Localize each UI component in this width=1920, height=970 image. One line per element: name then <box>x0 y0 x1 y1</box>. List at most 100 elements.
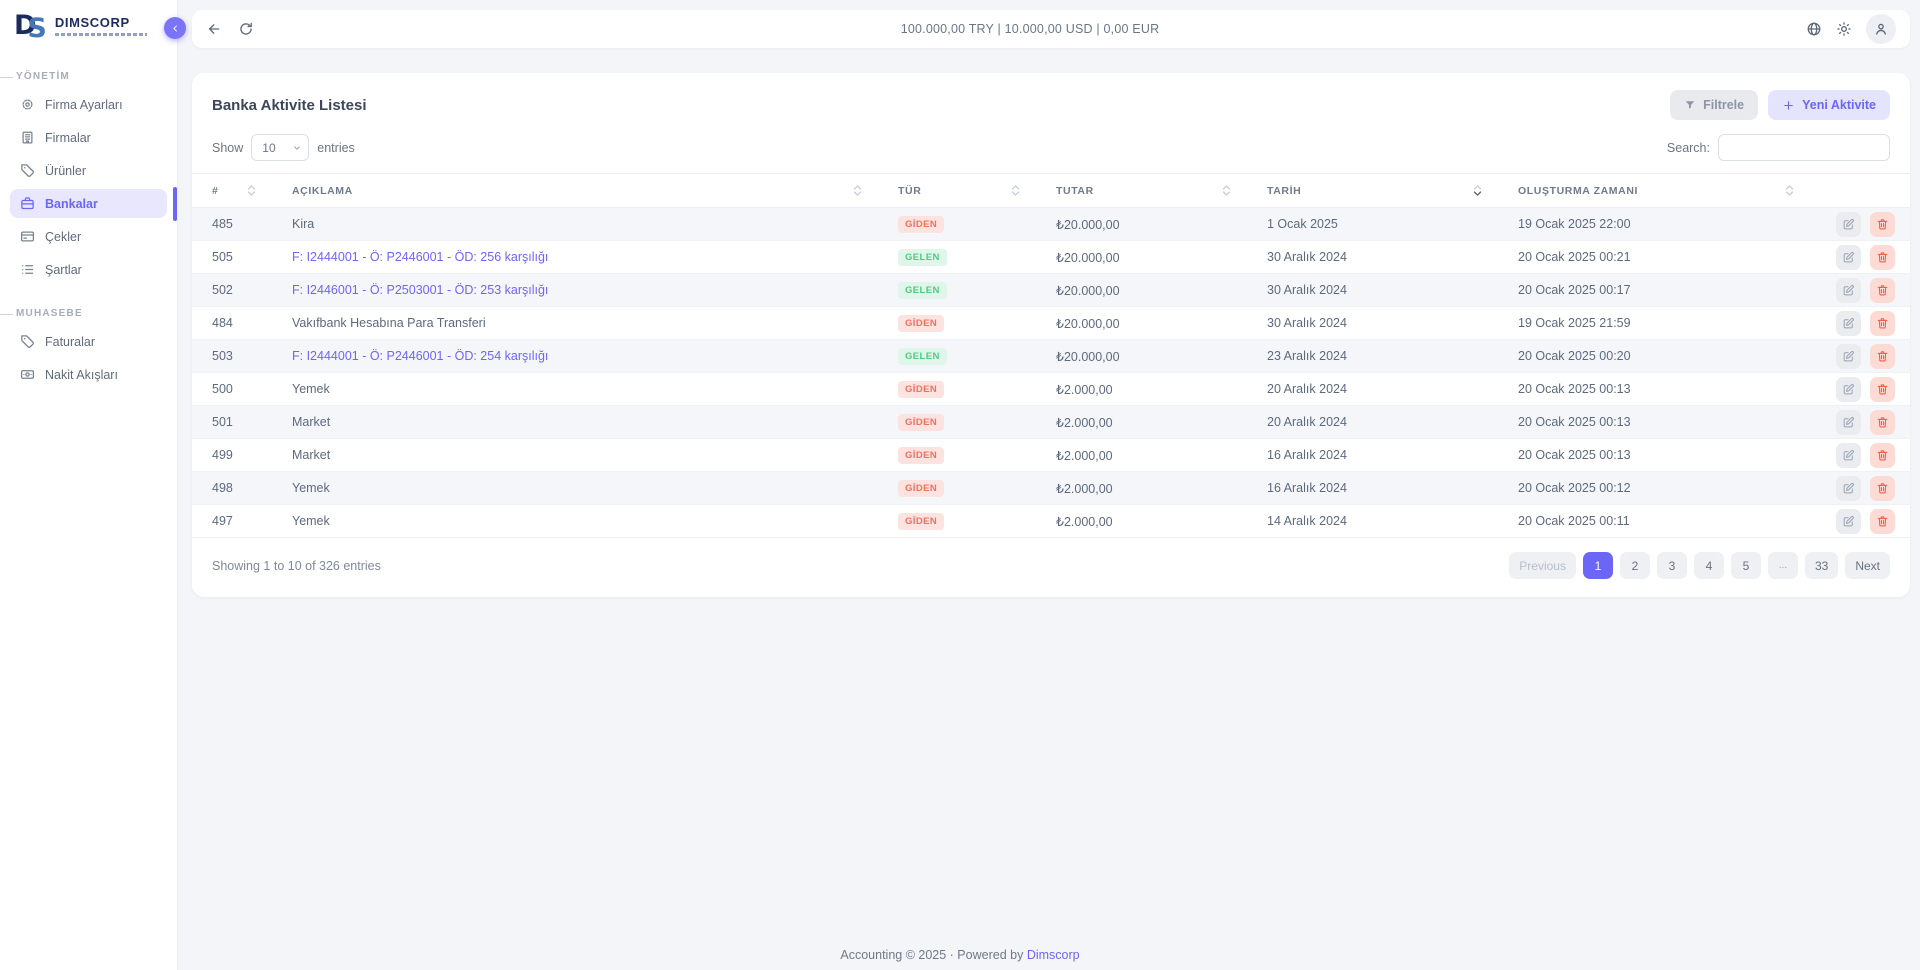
delete-button[interactable] <box>1870 509 1895 534</box>
pagination: Previous 1 2 3 4 5 ... 33 Next <box>1509 552 1890 579</box>
footer-brand-link[interactable]: Dimscorp <box>1027 948 1080 962</box>
edit-button[interactable] <box>1836 344 1861 369</box>
sidebar-item-bankalar[interactable]: Bankalar <box>10 189 167 218</box>
cell-id: 500 <box>192 373 272 406</box>
type-badge: GİDEN <box>898 216 944 233</box>
cash-icon <box>20 367 35 382</box>
delete-button[interactable] <box>1870 443 1895 468</box>
language-button[interactable] <box>1806 21 1822 37</box>
sidebar-item-faturalar[interactable]: Faturalar <box>10 327 167 356</box>
brand-monogram: DS <box>14 12 47 39</box>
footer-text: Accounting © 2025 · Powered by <box>840 948 1023 962</box>
delete-button[interactable] <box>1870 377 1895 402</box>
column-olusturma-zamani[interactable]: OLUŞTURMA ZAMANI <box>1498 174 1810 208</box>
column-actions[interactable] <box>1810 174 1910 208</box>
page-[interactable]: ... <box>1768 552 1798 579</box>
delete-button[interactable] <box>1870 344 1895 369</box>
cell-description: Market <box>272 406 878 439</box>
delete-button[interactable] <box>1870 410 1895 435</box>
edit-button[interactable] <box>1836 245 1861 270</box>
description-link[interactable]: F: I2444001 - Ö: P2446001 - ÖD: 256 karş… <box>292 250 548 264</box>
sun-icon <box>1836 21 1852 37</box>
tag-icon <box>20 334 35 349</box>
edit-button[interactable] <box>1836 476 1861 501</box>
sidebar-collapse-button[interactable] <box>164 17 186 39</box>
table-row: 499 Market GİDEN ₺2.000,00 16 Aralık 202… <box>192 439 1910 472</box>
back-button[interactable] <box>206 21 222 37</box>
edit-button[interactable] <box>1836 311 1861 336</box>
page-title: Banka Aktivite Listesi <box>212 97 367 114</box>
column-tutar[interactable]: TUTAR <box>1036 174 1247 208</box>
cell-type: GİDEN <box>878 208 1036 241</box>
edit-icon <box>1842 317 1855 330</box>
edit-button[interactable] <box>1836 278 1861 303</box>
page-next[interactable]: Next <box>1845 552 1890 579</box>
edit-icon <box>1842 416 1855 429</box>
sort-icon <box>245 183 258 198</box>
currency-balances: 100.000,00 TRY | 10.000,00 USD | 0,00 EU… <box>254 22 1806 36</box>
cell-actions <box>1810 241 1910 274</box>
page-2[interactable]: 2 <box>1620 552 1650 579</box>
cell-description: F: I2444001 - Ö: P2446001 - ÖD: 256 karş… <box>272 241 878 274</box>
cell-id: 502 <box>192 274 272 307</box>
brand-tagline <box>55 33 147 36</box>
search-input[interactable] <box>1718 134 1890 161</box>
delete-button[interactable] <box>1870 212 1895 237</box>
page-3[interactable]: 3 <box>1657 552 1687 579</box>
column-tarih[interactable]: TARİH <box>1247 174 1498 208</box>
refresh-icon <box>238 21 254 37</box>
cell-id: 503 <box>192 340 272 373</box>
sidebar-item-nakit-akislari[interactable]: Nakit Akışları <box>10 360 167 389</box>
column-[interactable]: # <box>192 174 272 208</box>
theme-toggle-button[interactable] <box>1836 21 1852 37</box>
user-menu-button[interactable] <box>1866 14 1896 44</box>
sidebar-item-cekler[interactable]: Çekler <box>10 222 167 251</box>
delete-button[interactable] <box>1870 476 1895 501</box>
new-activity-button[interactable]: Yeni Aktivite <box>1768 90 1890 120</box>
page-4[interactable]: 4 <box>1694 552 1724 579</box>
edit-button[interactable] <box>1836 212 1861 237</box>
refresh-button[interactable] <box>238 21 254 37</box>
column-aciklama[interactable]: AÇIKLAMA <box>272 174 878 208</box>
sidebar: DS DIMSCORP YÖNETİM Firma Ayarları Firma… <box>0 0 178 970</box>
page-33[interactable]: 33 <box>1805 552 1838 579</box>
table-row: 484 Vakıfbank Hesabına Para Transferi Gİ… <box>192 307 1910 340</box>
plus-icon <box>1782 99 1795 112</box>
page-1[interactable]: 1 <box>1583 552 1613 579</box>
type-badge: GİDEN <box>898 414 944 431</box>
page-size-select[interactable]: 10 <box>251 134 309 161</box>
edit-button[interactable] <box>1836 377 1861 402</box>
sidebar-item-firma-ayarlari[interactable]: Firma Ayarları <box>10 90 167 119</box>
description-link[interactable]: F: I2446001 - Ö: P2503001 - ÖD: 253 karş… <box>292 283 548 297</box>
edit-button[interactable] <box>1836 410 1861 435</box>
sidebar-item-sartlar[interactable]: Şartlar <box>10 255 167 284</box>
column-tur[interactable]: TÜR <box>878 174 1036 208</box>
filter-button[interactable]: Filtrele <box>1670 90 1758 120</box>
cell-actions <box>1810 373 1910 406</box>
edit-button[interactable] <box>1836 443 1861 468</box>
cell-id: 497 <box>192 505 272 538</box>
page-5[interactable]: 5 <box>1731 552 1761 579</box>
type-badge: GİDEN <box>898 447 944 464</box>
table-row: 497 Yemek GİDEN ₺2.000,00 14 Aralık 2024… <box>192 505 1910 538</box>
delete-button[interactable] <box>1870 278 1895 303</box>
chevron-left-icon <box>170 23 181 34</box>
trash-icon <box>1876 350 1889 363</box>
cell-amount: ₺20.000,00 <box>1036 274 1247 307</box>
description-link[interactable]: F: I2444001 - Ö: P2446001 - ÖD: 254 karş… <box>292 349 548 363</box>
trash-icon <box>1876 515 1889 528</box>
cell-amount: ₺2.000,00 <box>1036 439 1247 472</box>
sidebar-item-urunler[interactable]: Ürünler <box>10 156 167 185</box>
edit-button[interactable] <box>1836 509 1861 534</box>
sidebar-item-firmalar[interactable]: Firmalar <box>10 123 167 152</box>
trash-icon <box>1876 284 1889 297</box>
cell-description: Yemek <box>272 505 878 538</box>
page-previous[interactable]: Previous <box>1509 552 1576 579</box>
cell-created: 20 Ocak 2025 00:20 <box>1498 340 1810 373</box>
cell-type: GİDEN <box>878 406 1036 439</box>
cell-date: 14 Aralık 2024 <box>1247 505 1498 538</box>
delete-button[interactable] <box>1870 311 1895 336</box>
cell-description: F: I2444001 - Ö: P2446001 - ÖD: 254 karş… <box>272 340 878 373</box>
delete-button[interactable] <box>1870 245 1895 270</box>
brand-logo[interactable]: DS DIMSCORP <box>0 0 177 49</box>
